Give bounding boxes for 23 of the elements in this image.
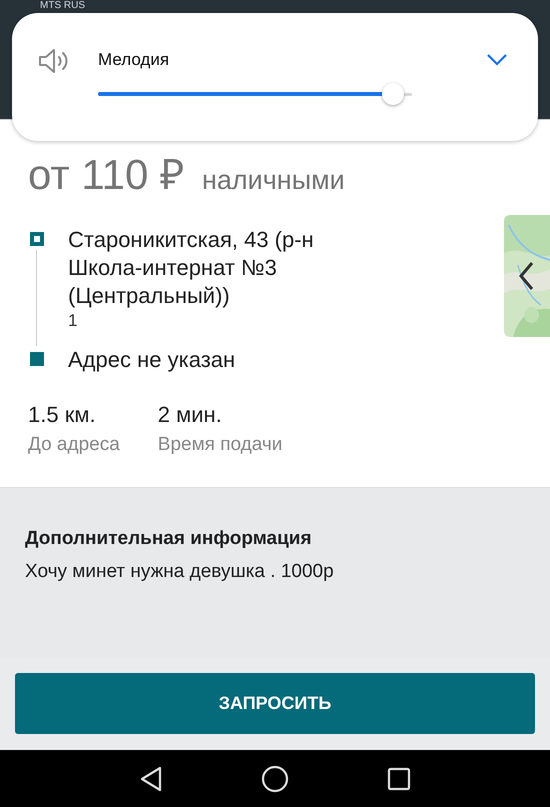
stat-value: 2 мин. bbox=[158, 401, 223, 429]
address-text: Адрес не указан bbox=[68, 346, 236, 374]
carrier-name: MTS RUS bbox=[40, 0, 86, 12]
section-title: Дополнительная информация bbox=[25, 527, 313, 551]
volume-label: Мелодия bbox=[98, 49, 170, 71]
home-icon[interactable] bbox=[261, 764, 289, 792]
stat-label: Время подачи bbox=[158, 433, 282, 457]
request-button[interactable]: ЗАПРОСИТЬ bbox=[15, 673, 535, 734]
chevron-down-icon[interactable] bbox=[486, 53, 508, 67]
back-icon[interactable] bbox=[139, 766, 163, 792]
stat-label: До адреса bbox=[28, 433, 120, 457]
dropoff-marker-icon bbox=[30, 352, 44, 366]
price-amount: от 110 ₽ bbox=[28, 150, 184, 200]
comment-text: Хочу минет нужна девушка . 1000р bbox=[25, 560, 335, 584]
chevron-left-icon[interactable] bbox=[518, 261, 534, 291]
payment-method: наличными bbox=[202, 165, 345, 196]
recents-icon[interactable] bbox=[387, 766, 411, 790]
slider-thumb[interactable] bbox=[382, 83, 404, 105]
address-text: Староникитская, 43 (р-н Школа-интернат №3 (Центральный)) bbox=[68, 226, 315, 310]
volume-slider[interactable] bbox=[98, 83, 412, 105]
stat-value: 1.5 км. bbox=[28, 401, 97, 429]
pickup-marker-icon bbox=[30, 232, 44, 246]
address-detail: 1 bbox=[68, 310, 78, 332]
